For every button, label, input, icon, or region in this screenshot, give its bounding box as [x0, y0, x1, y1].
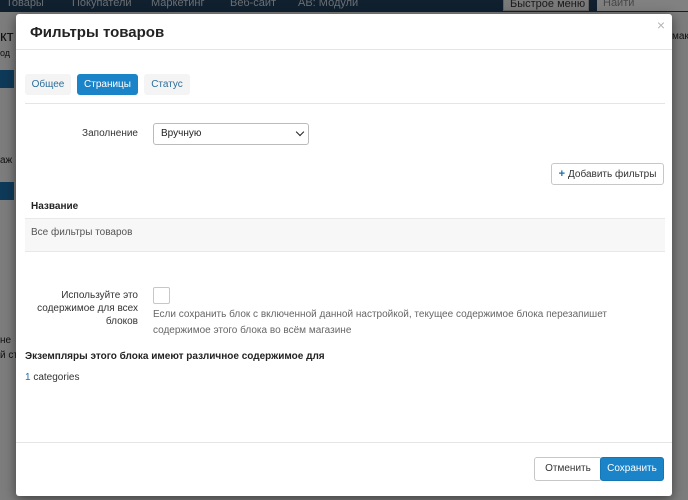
save-button[interactable]: Сохранить [600, 457, 664, 481]
dialog-title: Фильтры товаров [30, 24, 165, 41]
add-filters-label: Добавить фильтры [568, 169, 657, 180]
footer-divider [16, 442, 672, 443]
instances-title: Экземпляры этого блока имеют различное с… [25, 351, 325, 362]
chevron-down-icon [295, 127, 305, 137]
add-filters-button[interactable]: + Добавить фильтры [551, 163, 664, 185]
use-for-all-help: Если сохранить блок с включенной данной … [153, 309, 608, 336]
tab-pages[interactable]: Страницы [77, 74, 138, 95]
tabs-divider [25, 103, 665, 104]
fill-label: Заполнение [82, 128, 138, 139]
fill-select-value: Вручную [161, 128, 202, 139]
use-for-all-label-line: содержимое для всех [37, 303, 138, 314]
table-cell-name: Все фильтры товаров [31, 227, 133, 238]
instances-count-link[interactable]: 1 [25, 372, 31, 383]
dialog-header: Фильтры товаров × [16, 14, 672, 50]
block-settings-dialog: Фильтры товаров × Общее Страницы Статус … [16, 14, 672, 496]
plus-icon: + [558, 168, 566, 180]
tab-status[interactable]: Статус [144, 74, 190, 95]
table-row: Все фильтры товаров [25, 218, 665, 252]
cancel-button[interactable]: Отменить [534, 457, 602, 481]
use-for-all-label-line: блоков [105, 316, 138, 327]
close-icon[interactable]: × [657, 17, 665, 33]
tab-general[interactable]: Общее [25, 74, 71, 95]
use-for-all-label-line: Используйте это [61, 290, 138, 301]
instances-item: 1 categories [25, 372, 79, 383]
fill-select[interactable]: Вручную [153, 123, 309, 145]
table-header-name: Название [31, 201, 79, 212]
instances-entity: categories [33, 372, 80, 383]
use-for-all-checkbox[interactable] [153, 287, 170, 304]
use-for-all-label: Используйте это содержимое для всех блок… [30, 289, 138, 328]
